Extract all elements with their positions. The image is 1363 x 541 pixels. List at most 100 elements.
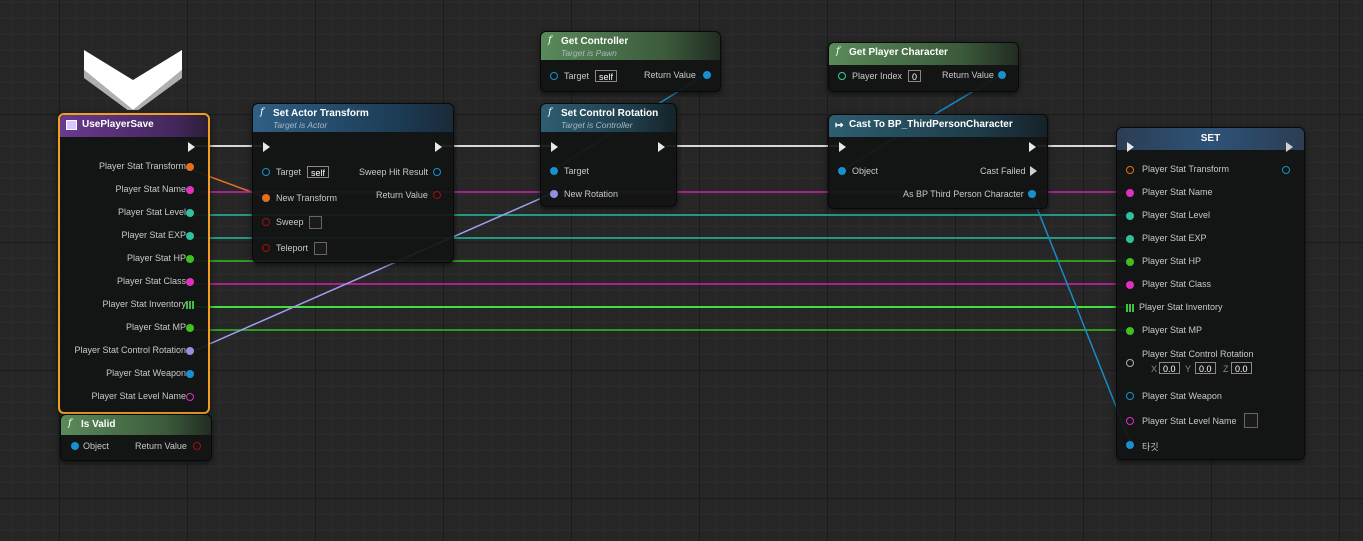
player-index-pin[interactable] <box>838 72 846 80</box>
set-pin[interactable] <box>1126 166 1134 174</box>
is-valid-node[interactable]: f Is Valid Object Return Value <box>60 414 212 461</box>
exec-in-pin[interactable] <box>551 142 558 152</box>
use-player-save-pin[interactable] <box>186 163 194 171</box>
exec-out-pin[interactable] <box>658 142 665 152</box>
is-valid-header[interactable]: f Is Valid <box>61 415 211 435</box>
new-rotation-pin[interactable] <box>550 190 558 198</box>
exec-in-pin[interactable] <box>1127 142 1134 152</box>
use-player-save-pin-label: Player Stat Weapon <box>106 368 186 378</box>
object-label: Object <box>852 166 879 176</box>
target-pin[interactable] <box>550 72 558 80</box>
return-value-label: Return Value <box>376 190 428 200</box>
get-controller-node[interactable]: f Get Controller Target is Pawn Target s… <box>540 31 721 92</box>
cast-failed-pin[interactable] <box>1030 166 1037 176</box>
set-pin[interactable] <box>1126 189 1134 197</box>
object-pin[interactable] <box>71 442 79 450</box>
target-pin[interactable] <box>1126 441 1134 449</box>
sweep-label: Sweep <box>276 217 304 227</box>
rot-x-field[interactable]: 0.0 <box>1159 362 1180 374</box>
set-pin[interactable] <box>1126 281 1134 289</box>
set-output-pin[interactable] <box>1282 166 1290 174</box>
use-player-save-pin[interactable] <box>186 393 194 401</box>
use-player-save-pin[interactable] <box>186 232 194 240</box>
object-label: Object <box>83 441 110 451</box>
target-self-field[interactable]: self <box>595 70 618 82</box>
use-player-save-pin[interactable] <box>186 301 194 309</box>
set-pin-label: Player Stat Class <box>1142 279 1212 289</box>
use-player-save-header[interactable]: UsePlayerSave <box>60 115 208 137</box>
set-actor-transform-node[interactable]: f Set Actor Transform Target is Actor Ta… <box>252 103 454 263</box>
new-transform-pin[interactable] <box>262 194 270 202</box>
use-player-save-title: UsePlayerSave <box>82 119 154 130</box>
return-value-pin[interactable] <box>998 71 1006 79</box>
return-value-label: Return Value <box>644 70 696 80</box>
sweep-hit-result-pin[interactable] <box>433 168 441 176</box>
set-pin[interactable] <box>1126 327 1134 335</box>
set-pin[interactable] <box>1126 235 1134 243</box>
use-player-save-pin[interactable] <box>186 347 194 355</box>
exec-out-pin[interactable] <box>1029 142 1036 152</box>
get-player-character-header[interactable]: f Get Player Character <box>829 43 1018 65</box>
use-player-save-pin-label: Player Stat EXP <box>121 230 186 240</box>
use-player-save-pin[interactable] <box>186 324 194 332</box>
get-controller-header[interactable]: f Get Controller Target is Pawn <box>541 32 720 60</box>
target-label: Target <box>564 166 590 176</box>
exec-out-pin[interactable] <box>188 142 195 152</box>
use-player-save-pin[interactable] <box>186 278 194 286</box>
get-player-character-node[interactable]: f Get Player Character Player Index 0 Re… <box>828 42 1019 92</box>
level-name-pin[interactable] <box>1126 417 1134 425</box>
exec-in-pin[interactable] <box>839 142 846 152</box>
rot-x-label: X <box>1151 364 1158 374</box>
target-pin[interactable] <box>550 167 558 175</box>
set-pin[interactable] <box>1126 212 1134 220</box>
rot-y-field[interactable]: 0.0 <box>1195 362 1216 374</box>
return-value-pin[interactable] <box>433 191 441 199</box>
use-player-save-pin-label: Player Stat Control Rotation <box>74 345 186 355</box>
use-player-save-pin-label: Player Stat HP <box>126 253 186 263</box>
object-pin[interactable] <box>838 167 846 175</box>
control-rotation-label: Player Stat Control Rotation <box>1142 349 1254 359</box>
set-node[interactable]: SET Player Stat Transform Player Stat Nam… <box>1116 127 1305 460</box>
target-label: Target <box>276 167 302 177</box>
set-control-rotation-header[interactable]: f Set Control Rotation Target is Control… <box>541 104 676 132</box>
teleport-checkbox[interactable] <box>314 242 327 255</box>
collapse-chevron-icon[interactable] <box>84 50 182 110</box>
use-player-save-node[interactable]: UsePlayerSave Player Stat Transform Playe… <box>58 113 210 414</box>
get-controller-title: Get Controller <box>561 36 629 47</box>
sweep-checkbox[interactable] <box>309 216 322 229</box>
function-icon: f <box>548 107 552 118</box>
level-name-field[interactable] <box>1244 413 1258 428</box>
use-player-save-pin[interactable] <box>186 209 194 217</box>
set-pin[interactable] <box>1126 258 1134 266</box>
set-control-rotation-node[interactable]: f Set Control Rotation Target is Control… <box>540 103 677 207</box>
set-actor-transform-header[interactable]: f Set Actor Transform Target is Actor <box>253 104 453 132</box>
as-bp-third-person-label: As BP Third Person Character <box>903 189 1024 199</box>
cast-to-node[interactable]: ↦ Cast To BP_ThirdPersonCharacter Object… <box>828 114 1048 209</box>
exec-out-pin[interactable] <box>435 142 442 152</box>
cast-to-header[interactable]: ↦ Cast To BP_ThirdPersonCharacter <box>829 115 1047 137</box>
function-icon: f <box>548 35 552 46</box>
exec-out-pin[interactable] <box>1286 142 1293 152</box>
use-player-save-pin-label: Player Stat Class <box>116 276 186 286</box>
use-player-save-pin[interactable] <box>186 370 194 378</box>
weapon-pin[interactable] <box>1126 392 1134 400</box>
function-icon: f <box>68 418 72 429</box>
set-header[interactable]: SET <box>1117 128 1304 150</box>
use-player-save-pin[interactable] <box>186 255 194 263</box>
exec-in-pin[interactable] <box>263 142 270 152</box>
set-pin[interactable] <box>1126 304 1134 312</box>
use-player-save-pin[interactable] <box>186 186 194 194</box>
return-value-label: Return Value <box>942 70 994 80</box>
set-control-rotation-subtitle: Target is Controller <box>561 120 633 130</box>
target-self-field[interactable]: self <box>307 166 330 178</box>
control-rotation-pin[interactable] <box>1126 359 1134 367</box>
target-label: Target <box>564 71 590 81</box>
return-value-pin[interactable] <box>703 71 711 79</box>
sweep-pin[interactable] <box>262 218 270 226</box>
teleport-pin[interactable] <box>262 244 270 252</box>
player-index-field[interactable]: 0 <box>908 70 922 82</box>
target-pin[interactable] <box>262 168 270 176</box>
return-value-pin[interactable] <box>193 442 201 450</box>
as-bp-third-person-pin[interactable] <box>1028 190 1036 198</box>
rot-z-field[interactable]: 0.0 <box>1231 362 1252 374</box>
